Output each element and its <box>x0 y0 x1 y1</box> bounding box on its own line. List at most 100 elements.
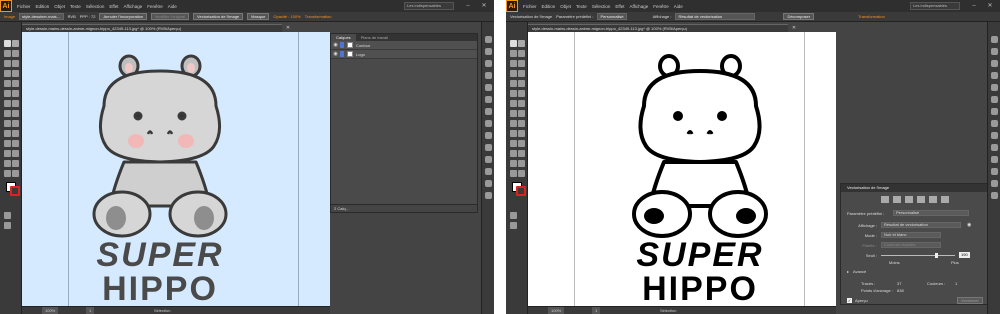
symbol-sprayer-tool-icon[interactable] <box>4 150 11 157</box>
shape-builder-tool-icon[interactable] <box>510 120 517 127</box>
menu-fichier[interactable]: Fichier <box>523 4 537 9</box>
preview-checkbox[interactable]: ✓ <box>847 298 852 303</box>
artboards-icon[interactable] <box>485 168 492 175</box>
perspective-grid-tool-icon[interactable] <box>12 120 19 127</box>
expand-button[interactable]: Décomposer <box>783 13 815 20</box>
document-tab[interactable]: style-dessin-mains-dessin-anime-mignon-h… <box>22 24 282 32</box>
transparency-icon[interactable] <box>485 120 492 127</box>
color-panel-icon[interactable] <box>485 36 492 43</box>
menu-fichier[interactable]: Fichier <box>17 4 31 9</box>
opacity-label[interactable]: Opacité : 100% <box>273 14 300 19</box>
symbols-icon[interactable] <box>991 84 998 91</box>
layer-name[interactable]: Logo <box>356 52 365 57</box>
close-icon[interactable]: ✕ <box>986 2 994 10</box>
artboard-tool-icon[interactable] <box>4 160 11 167</box>
column-graph-tool-icon[interactable] <box>518 150 525 157</box>
shape-builder-tool-icon[interactable] <box>4 120 11 127</box>
hand-tool-icon[interactable] <box>4 170 11 177</box>
selection-tool-icon[interactable] <box>4 40 11 47</box>
rectangle-tool-icon[interactable] <box>12 70 19 77</box>
screen-mode-icon[interactable] <box>4 222 11 229</box>
selection-tool-icon[interactable] <box>510 40 517 47</box>
free-transform-tool-icon[interactable] <box>12 110 19 117</box>
grayscale-icon[interactable] <box>917 196 925 203</box>
workspace-switcher[interactable]: Les indispensables <box>404 2 454 10</box>
menu-affichage[interactable]: Affichage <box>124 4 143 9</box>
direct-selection-tool-icon[interactable] <box>518 40 525 47</box>
threshold-value[interactable]: 190 <box>959 252 970 258</box>
rectangle-tool-icon[interactable] <box>518 70 525 77</box>
zoom-tool-icon[interactable] <box>518 170 525 177</box>
high-color-icon[interactable] <box>893 196 901 203</box>
view-eye-icon[interactable]: ◉ <box>967 222 971 229</box>
eyedropper-tool-icon[interactable] <box>510 140 517 147</box>
tab-layers[interactable]: Calques <box>331 34 356 41</box>
width-tool-icon[interactable] <box>510 110 517 117</box>
type-tool-icon[interactable] <box>12 60 19 67</box>
eraser-tool-icon[interactable] <box>518 90 525 97</box>
zoom-level[interactable]: 100% <box>42 307 59 314</box>
drawing-mode-icon[interactable] <box>4 212 11 219</box>
minimize-icon[interactable]: – <box>464 2 472 10</box>
align-icon[interactable] <box>485 180 492 187</box>
drawing-mode-icon[interactable] <box>510 212 517 219</box>
hand-tool-icon[interactable] <box>510 170 517 177</box>
blob-brush-tool-icon[interactable] <box>4 90 11 97</box>
preview-label[interactable]: Aperçu <box>855 297 868 304</box>
gradient-tool-icon[interactable] <box>12 130 19 137</box>
blob-brush-tool-icon[interactable] <box>510 90 517 97</box>
menu-selection[interactable]: Sélection <box>86 4 105 9</box>
menu-affichage[interactable]: Affichage <box>630 4 649 9</box>
eye-icon[interactable]: ◉ <box>331 42 340 48</box>
mesh-tool-icon[interactable] <box>510 130 517 137</box>
black-white-icon[interactable] <box>929 196 937 203</box>
symbols-icon[interactable] <box>485 84 492 91</box>
menu-effet[interactable]: Effet <box>109 4 118 9</box>
threshold-slider[interactable] <box>881 255 955 256</box>
workspace-switcher[interactable]: Les indispensables <box>910 2 960 10</box>
artboard-number[interactable]: 1 <box>86 307 95 314</box>
perspective-grid-tool-icon[interactable] <box>518 120 525 127</box>
menu-edition[interactable]: Edition <box>36 4 50 9</box>
brushes-icon[interactable] <box>485 72 492 79</box>
gradient-tool-icon[interactable] <box>518 130 525 137</box>
artboard-tool-icon[interactable] <box>510 160 517 167</box>
trace-button[interactable]: Vectoriser <box>957 297 983 304</box>
magic-wand-tool-icon[interactable] <box>510 50 517 57</box>
scale-tool-icon[interactable] <box>518 100 525 107</box>
line-tool-icon[interactable] <box>4 70 11 77</box>
menu-effet[interactable]: Effet <box>615 4 624 9</box>
menu-fenetre[interactable]: Fenêtre <box>653 4 669 9</box>
eye-icon[interactable]: ◉ <box>331 51 340 57</box>
tab-close-icon[interactable]: ✕ <box>790 24 798 32</box>
line-tool-icon[interactable] <box>510 70 517 77</box>
blend-tool-icon[interactable] <box>518 140 525 147</box>
layer-row[interactable]: ◉ Logo <box>331 50 477 59</box>
magic-wand-tool-icon[interactable] <box>4 50 11 57</box>
palette-select[interactable]: Couleurs réduites <box>881 242 941 248</box>
filename-field[interactable]: style-dessiner-mais… <box>19 13 64 20</box>
zoom-tool-icon[interactable] <box>12 170 19 177</box>
free-transform-tool-icon[interactable] <box>518 110 525 117</box>
view-select[interactable]: Résultat de vectorisation <box>675 13 756 20</box>
menu-fenetre[interactable]: Fenêtre <box>147 4 163 9</box>
swatches-icon[interactable] <box>991 60 998 67</box>
auto-color-icon[interactable] <box>881 196 889 203</box>
close-icon[interactable]: ✕ <box>480 2 488 10</box>
stroke-swatch-icon[interactable] <box>10 186 20 196</box>
menu-texte[interactable]: Texte <box>576 4 587 9</box>
appearance-icon[interactable] <box>991 132 998 139</box>
graphic-styles-icon[interactable] <box>485 144 492 151</box>
outline-icon[interactable] <box>941 196 949 203</box>
graphic-styles-icon[interactable] <box>991 144 998 151</box>
image-trace-button[interactable]: Vectorisation de l'image <box>193 13 244 20</box>
transform-link[interactable]: Transformation <box>858 14 885 19</box>
appearance-icon[interactable] <box>485 132 492 139</box>
layer-name[interactable]: Contour <box>356 43 370 48</box>
color-panel-icon[interactable] <box>991 36 998 43</box>
menu-edition[interactable]: Edition <box>542 4 556 9</box>
pathfinder-icon[interactable] <box>991 192 998 199</box>
symbol-sprayer-tool-icon[interactable] <box>510 150 517 157</box>
pen-tool-icon[interactable] <box>510 60 517 67</box>
artboards-icon[interactable] <box>991 168 998 175</box>
